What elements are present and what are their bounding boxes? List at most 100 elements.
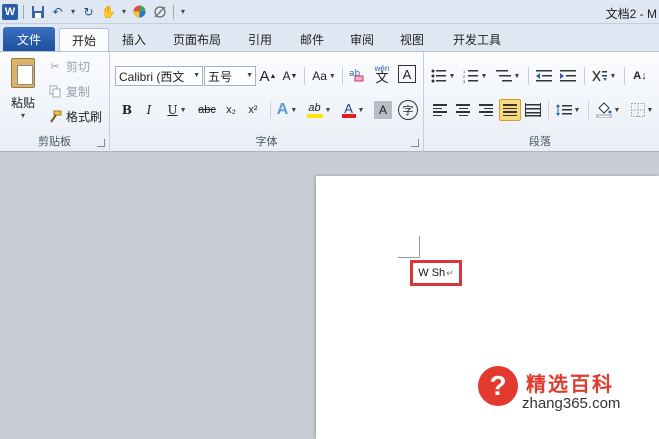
clipboard-launcher-icon[interactable] xyxy=(97,139,105,147)
character-border-button[interactable]: A xyxy=(398,65,416,83)
copy-button[interactable]: 复制 xyxy=(48,83,90,100)
font-size-combo[interactable]: 五号 ▼ xyxy=(204,66,256,86)
hand-dropdown-icon[interactable]: ▾ xyxy=(120,7,128,16)
italic-button[interactable]: I xyxy=(140,99,158,121)
underline-button[interactable]: U ▼ xyxy=(164,99,190,121)
para-separator xyxy=(588,101,589,119)
font-launcher-icon[interactable] xyxy=(411,139,419,147)
paste-dropdown-icon[interactable]: ▾ xyxy=(6,111,40,120)
align-center-button[interactable] xyxy=(453,99,473,121)
numbering-button[interactable]: 1 2 3 ▼ xyxy=(462,65,488,87)
clear-format-button[interactable]: ab xyxy=(348,64,366,86)
undo-dropdown-icon[interactable]: ▾ xyxy=(69,7,77,16)
line-spacing-button[interactable]: ▼ xyxy=(554,99,582,121)
shrink-font-label: A xyxy=(282,69,291,83)
shading-button[interactable]: ▼ xyxy=(594,99,622,121)
clipboard-group: 粘贴 ▾ ✂ 剪切 复制 格式刷 剪贴板 xyxy=(0,52,110,152)
subscript-button[interactable]: x₂ xyxy=(222,99,240,121)
cut-button[interactable]: ✂ 剪切 xyxy=(48,58,90,75)
hand-icon[interactable]: ✋ xyxy=(100,3,117,20)
tab-file[interactable]: 文件 xyxy=(3,27,55,51)
sort-label: A↓ xyxy=(633,70,647,82)
tab-review[interactable]: 审阅 xyxy=(340,28,384,51)
grow-font-label: A xyxy=(259,67,270,85)
format-painter-button[interactable]: 格式刷 xyxy=(48,108,102,125)
qat-separator xyxy=(173,4,174,19)
paste-button[interactable]: 粘贴 ▾ xyxy=(6,58,40,120)
phonetic-glyph-icon: 文 xyxy=(375,70,389,85)
increase-indent-icon xyxy=(560,70,576,82)
undo-icon[interactable]: ↶ xyxy=(49,3,66,20)
font-color-button[interactable]: A ▼ xyxy=(340,99,366,121)
superscript-button[interactable]: x² xyxy=(244,99,262,121)
phonetic-guide-button[interactable]: wén 文 xyxy=(372,62,392,84)
font-name-dropdown-icon[interactable]: ▼ xyxy=(193,72,200,79)
bold-button[interactable]: B xyxy=(118,99,136,121)
cut-label: 剪切 xyxy=(66,60,91,74)
paste-label: 粘贴 xyxy=(10,96,35,110)
watermark-url: zhang365.com xyxy=(522,395,621,412)
shrink-font-button[interactable]: A ▼ xyxy=(282,65,298,87)
highlighted-text-box[interactable]: W Sh ↵ xyxy=(410,260,462,286)
highlight-button[interactable]: ab ▼ xyxy=(304,99,334,121)
color-wheel-icon[interactable] xyxy=(131,3,148,20)
paintbrush-icon xyxy=(48,110,62,124)
tab-home[interactable]: 开始 xyxy=(59,28,109,51)
redo-icon[interactable]: ↻ xyxy=(80,3,97,20)
tab-insert[interactable]: 插入 xyxy=(112,28,156,51)
ribbon-tabs: 文件 开始 插入 页面布局 引用 邮件 审阅 视图 开发工具 xyxy=(0,24,659,51)
font-color-bar xyxy=(341,113,356,118)
chinese-layout-icon xyxy=(591,70,607,82)
highlighter-icon: ab xyxy=(306,101,323,118)
font-separator xyxy=(304,67,305,85)
quick-access-toolbar: W ↶ ▾ ↻ ✋ ▾ ▾ xyxy=(2,3,187,20)
align-left-button[interactable] xyxy=(430,99,450,121)
sort-button[interactable]: A↓ xyxy=(630,65,650,87)
copy-label: 复制 xyxy=(66,85,91,99)
character-shading-button[interactable]: A xyxy=(374,101,392,119)
font-name-combo[interactable]: Calibri (西文 ▼ xyxy=(115,66,203,86)
save-icon[interactable] xyxy=(29,3,46,20)
bullets-button[interactable]: ▼ xyxy=(430,65,456,87)
clipboard-group-label: 剪贴板 xyxy=(38,136,71,148)
tab-developer[interactable]: 开发工具 xyxy=(444,28,510,51)
tab-page-layout[interactable]: 页面布局 xyxy=(164,28,230,51)
title-bar: W ↶ ▾ ↻ ✋ ▾ ▾ 文档2 - M xyxy=(0,0,659,24)
borders-dropdown-icon: ▼ xyxy=(646,106,654,114)
justify-button[interactable] xyxy=(499,99,521,121)
decrease-indent-button[interactable] xyxy=(534,65,554,87)
align-right-icon xyxy=(479,104,493,116)
align-right-button[interactable] xyxy=(476,99,496,121)
highlight-color-bar xyxy=(306,113,323,118)
distributed-button[interactable] xyxy=(523,99,543,121)
change-case-button[interactable]: Aa ▼ xyxy=(310,65,338,87)
tab-view[interactable]: 视图 xyxy=(390,28,434,51)
text-effects-button[interactable]: A ▼ xyxy=(274,99,300,121)
multilevel-list-button[interactable]: ▼ xyxy=(494,65,522,87)
font-name-value: Calibri (西文 xyxy=(119,69,185,84)
margin-corner-mark xyxy=(398,236,420,258)
change-case-dropdown-icon: ▼ xyxy=(328,72,336,80)
font-size-dropdown-icon[interactable]: ▼ xyxy=(246,72,253,79)
document-text[interactable]: W Sh xyxy=(418,267,445,279)
highlight-label: ab xyxy=(308,101,321,114)
word-logo-icon[interactable]: W xyxy=(2,3,18,20)
paste-icon xyxy=(11,58,35,88)
enclose-characters-button[interactable]: 字 xyxy=(398,100,418,120)
customize-qat-icon[interactable]: ▾ xyxy=(179,7,187,16)
font-separator xyxy=(342,67,343,85)
paint-bucket-icon xyxy=(596,102,612,118)
strikethrough-button[interactable]: abc xyxy=(196,99,218,121)
tab-references[interactable]: 引用 xyxy=(238,28,282,51)
chinese-layout-button[interactable]: ▼ xyxy=(590,65,618,87)
site-watermark: ? 精选百科 zhang365.com xyxy=(478,366,659,418)
borders-button[interactable]: ▼ xyxy=(628,99,656,121)
para-separator xyxy=(584,67,585,85)
font-color-icon: A xyxy=(341,100,356,118)
font-color-label: A xyxy=(344,100,353,116)
align-center-icon xyxy=(456,104,470,116)
grow-font-button[interactable]: A ▲ xyxy=(259,65,277,87)
no-format-icon[interactable] xyxy=(151,3,168,20)
increase-indent-button[interactable] xyxy=(558,65,578,87)
tab-mailings[interactable]: 邮件 xyxy=(290,28,334,51)
